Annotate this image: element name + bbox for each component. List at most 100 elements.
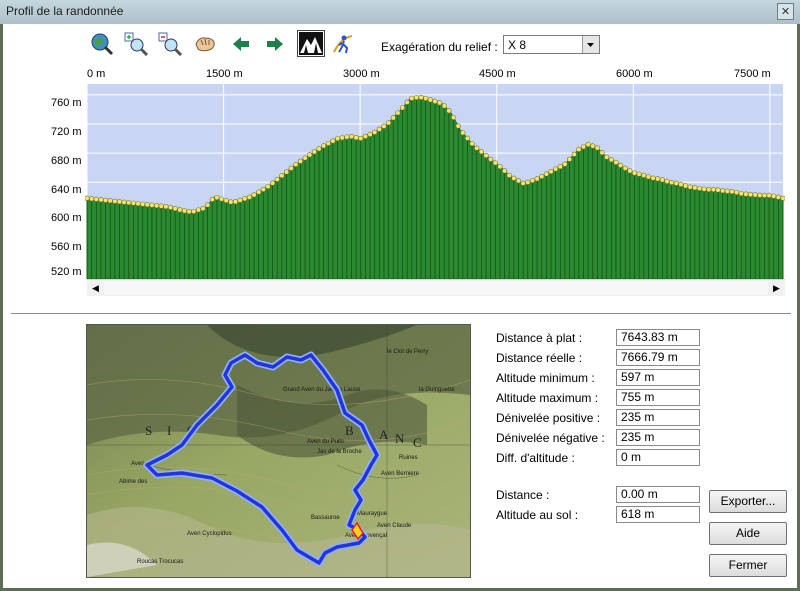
elevation-point (645, 174, 652, 180)
elevation-point (669, 179, 675, 186)
elevation-point (752, 192, 758, 198)
map-label: Mauraygue (357, 511, 388, 517)
map-image: le Clot de Perry Grand Aven du Jas de La… (87, 325, 470, 577)
elevation-point (594, 145, 601, 151)
elevation-point (288, 165, 294, 171)
globe-zoom-button[interactable] (90, 32, 114, 56)
elevation-point (205, 202, 211, 208)
previous-button[interactable] (229, 32, 253, 56)
elevation-point (701, 186, 707, 192)
elevation-point (757, 192, 763, 198)
elevation-point (450, 114, 457, 121)
elevation-point (464, 135, 471, 141)
elevation-point (743, 191, 749, 197)
elevation-point (687, 184, 693, 190)
y-tick-label: 760 m (51, 97, 82, 109)
scroll-right-button[interactable]: ▶ (768, 280, 785, 296)
elevation-profile-chart[interactable] (85, 84, 785, 296)
cursor-value: 618 m (616, 506, 700, 523)
elevation-point (93, 196, 99, 202)
map-label: Roucas Trocucas (137, 559, 183, 565)
elevation-point (181, 208, 188, 214)
elevation-point (423, 95, 429, 102)
close-button[interactable]: Fermer (709, 554, 787, 577)
chart-horizontal-scrollbar[interactable]: ◀ ▶ (87, 279, 785, 296)
elevation-point (534, 176, 540, 182)
y-tick-label: 680 m (51, 155, 82, 167)
elevation-point (153, 203, 160, 209)
elevation-point (344, 134, 350, 140)
elevation-point (460, 130, 466, 136)
elevation-point (766, 192, 772, 198)
elevation-point (543, 171, 549, 177)
map-label: Grand Aven du Jas de Lause (283, 387, 361, 393)
elevation-point (427, 97, 433, 103)
arrow-right-icon (267, 37, 283, 51)
elevation-point (650, 175, 656, 181)
elevation-point (511, 175, 517, 181)
scroll-left-button[interactable]: ◀ (87, 280, 104, 296)
walker-route-icon (333, 35, 353, 54)
elevation-point (659, 177, 665, 183)
stat-value: 235 m (616, 409, 700, 426)
elevation-point (98, 197, 104, 203)
stat-value: 235 m (616, 429, 700, 446)
elevation-point (608, 157, 614, 163)
elevation-point (348, 133, 355, 140)
elevation-point (307, 152, 313, 158)
elevation-point (126, 200, 132, 206)
close-window-button[interactable]: ✕ (777, 3, 794, 20)
title-bar: Profil de la randonnée ✕ (0, 0, 800, 24)
x-tick-label: 3000 m (343, 68, 380, 80)
scroll-thumb[interactable] (104, 281, 768, 295)
dropdown-arrow[interactable] (582, 36, 599, 53)
elevation-point (409, 95, 415, 101)
map-label: Ruines (399, 455, 418, 461)
next-button[interactable] (263, 32, 287, 56)
elevation-point (218, 196, 225, 202)
elevation-point (738, 190, 744, 197)
x-tick-label: 6000 m (616, 68, 653, 80)
y-tick-label: 560 m (51, 241, 82, 253)
divider (11, 315, 791, 316)
elevation-point (729, 188, 735, 195)
elevation-point (311, 149, 317, 155)
elevation-point (172, 206, 178, 212)
elevation-point (631, 170, 638, 176)
map-label: Bassauroe (311, 515, 340, 521)
map-label: la Guinguette (419, 387, 455, 393)
elevation-point (492, 160, 498, 166)
elevation-point (191, 208, 197, 215)
walker-route-button[interactable] (331, 32, 355, 56)
zoom-out-button[interactable] (158, 32, 183, 57)
exaggeration-value: X 8 (508, 38, 527, 52)
y-tick-label: 520 m (51, 266, 82, 278)
relief-view-toggle[interactable] (297, 30, 325, 57)
cursor-value: 0.00 m (616, 486, 700, 503)
elevation-point (446, 108, 452, 114)
elevation-point (283, 169, 290, 175)
help-button[interactable]: Aide (709, 522, 787, 545)
elevation-point (441, 103, 447, 109)
elevation-point (302, 155, 308, 161)
hand-pan-button[interactable] (193, 32, 217, 56)
elevation-point (413, 94, 420, 101)
elevation-point (636, 171, 642, 177)
elevation-point (265, 183, 271, 190)
cursor-label: Distance : (496, 488, 550, 502)
elevation-point (571, 151, 577, 157)
zoom-in-button[interactable] (124, 32, 149, 57)
export-button[interactable]: Exporter... (709, 490, 787, 513)
elevation-point (195, 207, 201, 213)
map-label: Aven Claude (377, 523, 412, 529)
elevation-point (506, 172, 512, 178)
elevation-point (246, 194, 252, 200)
route-map[interactable]: le Clot de Perry Grand Aven du Jas de La… (86, 324, 471, 578)
map-label: A (379, 427, 390, 442)
elevation-point (386, 120, 392, 126)
elevation-point (580, 144, 587, 150)
elevation-point (274, 176, 280, 182)
exaggeration-select[interactable]: X 8 (503, 35, 600, 54)
map-label: C (413, 435, 424, 450)
elevation-point (200, 205, 206, 212)
